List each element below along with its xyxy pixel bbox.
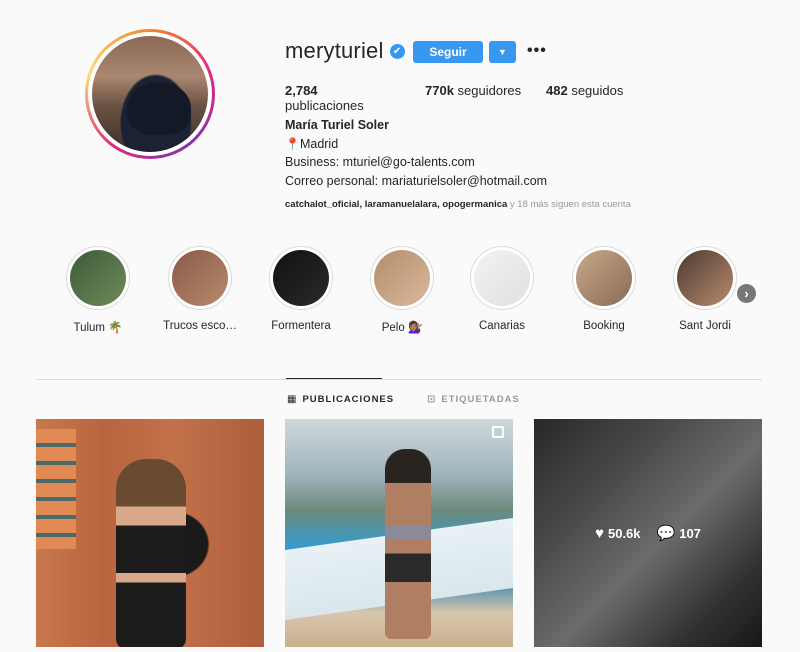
followed-by-more: y 18 más siguen esta cuenta [507,199,631,210]
highlight-ring [370,246,434,310]
highlight-cover [374,250,430,306]
username: meryturiel [285,38,384,63]
suggestions-dropdown-button[interactable]: ▼ [489,41,516,63]
profile-bio: María Turiel Soler 📍Madrid Business: mtu… [285,116,547,190]
followed-by[interactable]: catchalot_oficial, laramanuelalara, opog… [285,199,631,210]
highlight-item[interactable]: Tulum 🌴 [53,246,143,334]
post-hover-overlay: ♥ 50.6k 💬 107 [534,419,762,647]
heart-icon: ♥ [595,524,604,542]
posts-stat: 2,784 publicaciones [285,83,395,113]
tab-etiquetadas-label: ETIQUETADAS [441,394,520,405]
grid-icon: ▦ [287,394,298,405]
comments-count: 💬 107 [657,524,701,542]
post-thumbnail[interactable]: ♥ 50.6k 💬 107 [534,419,762,647]
highlight-cover [576,250,632,306]
followers-count: 770k [425,83,454,98]
highlight-label: Pelo 💇🏽‍♀️ [381,322,423,334]
avatar-frame [88,32,212,156]
post-image-person [385,449,431,639]
highlight-label: Sant Jordi [679,320,731,332]
highlights-next-icon[interactable]: › [737,284,756,303]
active-tab-indicator [286,378,382,379]
follow-button[interactable]: Seguir [413,41,483,63]
following-count: 482 [546,83,568,98]
highlight-ring [673,246,737,310]
following-label: seguidos [567,83,624,98]
highlight-cover [172,250,228,306]
likes-value: 50.6k [607,525,641,541]
tab-publicaciones[interactable]: ▦ PUBLICACIONES [287,394,394,405]
tab-publicaciones-label: PUBLICACIONES [302,394,395,405]
carousel-icon [492,426,504,438]
profile-stats: 2,784 publicaciones 770k seguidores 482 … [285,83,653,113]
post-thumbnail[interactable] [36,419,264,647]
highlight-label: Formentera [271,320,331,332]
highlight-item[interactable]: Sant Jordi [660,246,750,332]
highlight-cover [474,250,530,306]
followers-label: seguidores [453,83,522,98]
post-thumbnail[interactable] [285,419,513,647]
username-row: meryturiel ✔ [285,38,405,64]
likes-count: ♥ 50.6k [595,525,640,542]
full-name: María Turiel Soler [285,118,389,132]
avatar [92,36,208,152]
highlight-label: Booking [583,320,625,332]
highlight-item[interactable]: Pelo 💇🏽‍♀️ [357,246,447,334]
followed-by-names[interactable]: catchalot_oficial, laramanuelalara, opog… [285,199,507,210]
highlight-label: Trucos esco… [163,320,237,332]
highlight-label: Tulum 🌴 [73,322,123,334]
highlight-item[interactable]: Formentera [256,246,346,332]
location-pin-icon: 📍 [285,136,300,151]
comment-icon: 💬 [656,525,676,542]
followers-stat[interactable]: 770k seguidores [425,83,546,113]
highlight-ring [470,246,534,310]
highlight-ring [572,246,636,310]
more-options-icon[interactable]: ••• [527,42,547,60]
highlight-item[interactable]: Canarias [457,246,547,332]
business-email: Business: mturiel@go-talents.com [285,155,475,169]
highlight-cover [677,250,733,306]
tab-etiquetadas[interactable]: ⊡ ETIQUETADAS [427,394,520,405]
highlight-cover [70,250,126,306]
story-highlights: Tulum 🌴 Trucos esco… Formentera Pelo 💇🏽‍… [0,246,800,341]
post-image-building [36,429,76,549]
tabs-divider [36,379,762,380]
verified-badge-icon: ✔ [389,43,405,59]
personal-email: Correo personal: mariaturielsoler@hotmai… [285,173,548,188]
highlight-item[interactable]: Booking [559,246,649,332]
posts-label: publicaciones [285,98,364,113]
highlight-cover [273,250,329,306]
comments-value: 107 [679,525,701,541]
highlight-ring [168,246,232,310]
location-line: 📍Madrid [285,135,547,154]
highlight-ring [269,246,333,310]
highlight-ring [66,246,130,310]
tagged-icon: ⊡ [427,394,437,405]
profile-avatar-ring[interactable] [85,29,215,159]
highlight-item[interactable]: Trucos esco… [155,246,245,332]
highlight-label: Canarias [478,320,526,332]
post-image-person [116,459,186,647]
location-text: Madrid [299,136,339,151]
posts-count: 2,784 [285,83,318,98]
following-stat[interactable]: 482 seguidos [546,83,623,113]
